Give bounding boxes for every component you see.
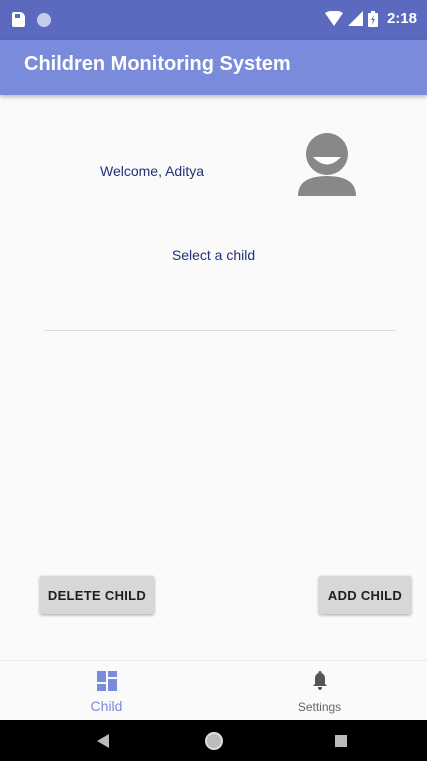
wifi-icon bbox=[324, 11, 343, 26]
status-left bbox=[12, 12, 51, 27]
status-time: 2:18 bbox=[386, 10, 417, 27]
nav-label-settings: Settings bbox=[297, 700, 342, 714]
nav-label-child: Child bbox=[90, 698, 123, 714]
app-screen: 2:18 Children Monitoring System Welcome,… bbox=[0, 0, 427, 761]
status-bar: 2:18 bbox=[0, 0, 427, 40]
system-navigation-bar bbox=[0, 720, 427, 761]
nav-item-child[interactable]: Child bbox=[0, 661, 213, 721]
select-child-label[interactable]: Select a child bbox=[0, 247, 427, 263]
sd-card-icon bbox=[12, 12, 25, 27]
bell-icon bbox=[312, 671, 327, 690]
battery-icon bbox=[367, 10, 378, 27]
home-circle-icon bbox=[205, 731, 223, 750]
signal-icon bbox=[347, 11, 363, 26]
recents-square-icon bbox=[335, 734, 347, 747]
bottom-navigation: Child Settings bbox=[0, 660, 427, 721]
recents-button[interactable] bbox=[311, 720, 371, 761]
avatar-icon bbox=[298, 133, 356, 196]
home-button[interactable] bbox=[184, 720, 244, 761]
add-child-button[interactable]: ADD CHILD bbox=[319, 576, 411, 614]
nav-item-settings[interactable]: Settings bbox=[213, 661, 426, 721]
child-select-divider bbox=[44, 330, 396, 331]
notification-dot-icon bbox=[37, 12, 51, 27]
welcome-text: Welcome, Aditya bbox=[100, 163, 205, 179]
status-right: 2:18 bbox=[324, 10, 417, 27]
dashboard-icon bbox=[96, 671, 117, 691]
back-triangle-icon bbox=[97, 733, 109, 748]
app-title: Children Monitoring System bbox=[24, 53, 291, 75]
back-button[interactable] bbox=[73, 720, 133, 761]
delete-child-button[interactable]: DELETE CHILD bbox=[40, 576, 154, 614]
app-bar: Children Monitoring System bbox=[0, 40, 427, 95]
